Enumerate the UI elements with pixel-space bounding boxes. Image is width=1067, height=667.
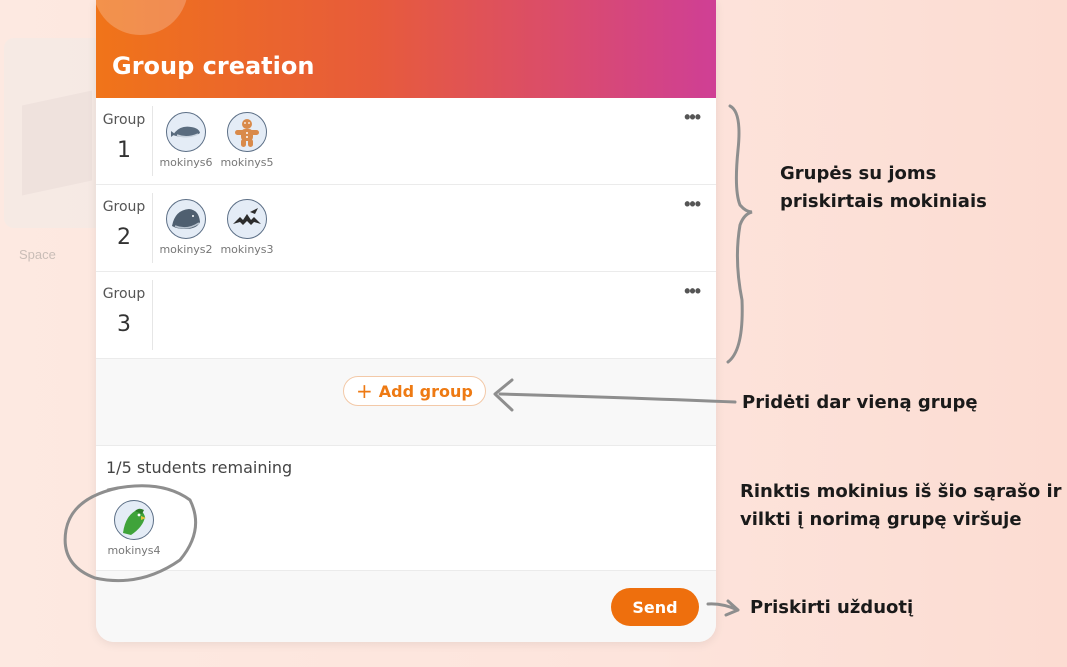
student-name: mokinys3: [220, 243, 274, 256]
whale-icon: [166, 112, 206, 152]
send-annotation: Priskirti užduotį: [750, 597, 914, 618]
annotation-line: Grupės su joms: [780, 163, 937, 184]
group-row-2[interactable]: Group 2 mokinys2 mokinys3 •••: [96, 185, 716, 272]
group-row-1[interactable]: Group 1 mokinys6 mokinys5 •••: [96, 98, 716, 185]
add-group-label: Add group: [378, 381, 473, 401]
group-creation-panel: Group creation Group 1 mokinys6 mokinys5…: [96, 0, 716, 642]
student-avatar-mokinys2[interactable]: mokinys2: [159, 199, 213, 256]
group-divider: [152, 280, 153, 350]
panel-title: Group creation: [112, 52, 315, 80]
plus-icon: +: [356, 379, 373, 403]
group-divider: [152, 106, 153, 176]
group-word: Group: [102, 112, 146, 128]
group-number: 3: [117, 312, 131, 337]
student-avatar-mokinys4[interactable]: mokinys4: [104, 500, 164, 557]
student-name: mokinys6: [159, 156, 213, 169]
add-group-annotation: Pridėti dar vieną grupę: [742, 392, 978, 413]
group-divider: [152, 193, 153, 263]
parrot-icon: [114, 500, 154, 540]
student-name: mokinys5: [220, 156, 274, 169]
gingerbread-icon: [227, 112, 267, 152]
students-remaining-text: 1/5 students remaining: [106, 458, 293, 477]
group-number: 2: [117, 225, 131, 250]
pick-students-annotation: Rinktis mokinius iš šio sąrašo ir vilkti…: [740, 478, 1062, 534]
student-name: mokinys2: [159, 243, 213, 256]
groups-annotation: Grupės su joms priskirtais mokiniais: [780, 160, 987, 216]
group-label: Group 1: [96, 112, 152, 163]
group-options-icon[interactable]: •••: [684, 282, 701, 300]
student-avatar-mokinys6[interactable]: mokinys6: [159, 112, 213, 169]
add-group-area: + Add group: [96, 359, 716, 446]
send-button[interactable]: Send: [611, 588, 699, 626]
group-word: Group: [102, 199, 146, 215]
annotation-line: priskirtais mokiniais: [780, 191, 987, 212]
group-members: mokinys6 mokinys5: [159, 112, 274, 169]
header-decoration: [96, 0, 188, 35]
group-word: Group: [102, 286, 146, 302]
panel-header: Group creation: [96, 0, 716, 98]
group-members: mokinys2 mokinys3: [159, 199, 274, 256]
student-name: mokinys4: [107, 544, 161, 557]
group-number: 1: [117, 138, 131, 163]
panel-footer: Send: [96, 570, 716, 642]
group-row-3[interactable]: Group 3 •••: [96, 272, 716, 359]
annotation-line: Rinktis mokinius iš šio sąrašo ir: [740, 481, 1062, 502]
bat-icon: [227, 199, 267, 239]
group-options-icon[interactable]: •••: [684, 108, 701, 126]
group-label: Group 3: [96, 286, 152, 337]
student-avatar-mokinys5[interactable]: mokinys5: [220, 112, 274, 169]
group-label: Group 2: [96, 199, 152, 250]
background-card-label: Space: [19, 247, 56, 262]
student-avatar-mokinys3[interactable]: mokinys3: [220, 199, 274, 256]
add-group-button[interactable]: + Add group: [343, 376, 486, 406]
annotation-line: vilkti į norimą grupę viršuje: [740, 509, 1022, 530]
whale-icon: [166, 199, 206, 239]
group-options-icon[interactable]: •••: [684, 195, 701, 213]
curly-brace-annotation: [726, 104, 753, 364]
